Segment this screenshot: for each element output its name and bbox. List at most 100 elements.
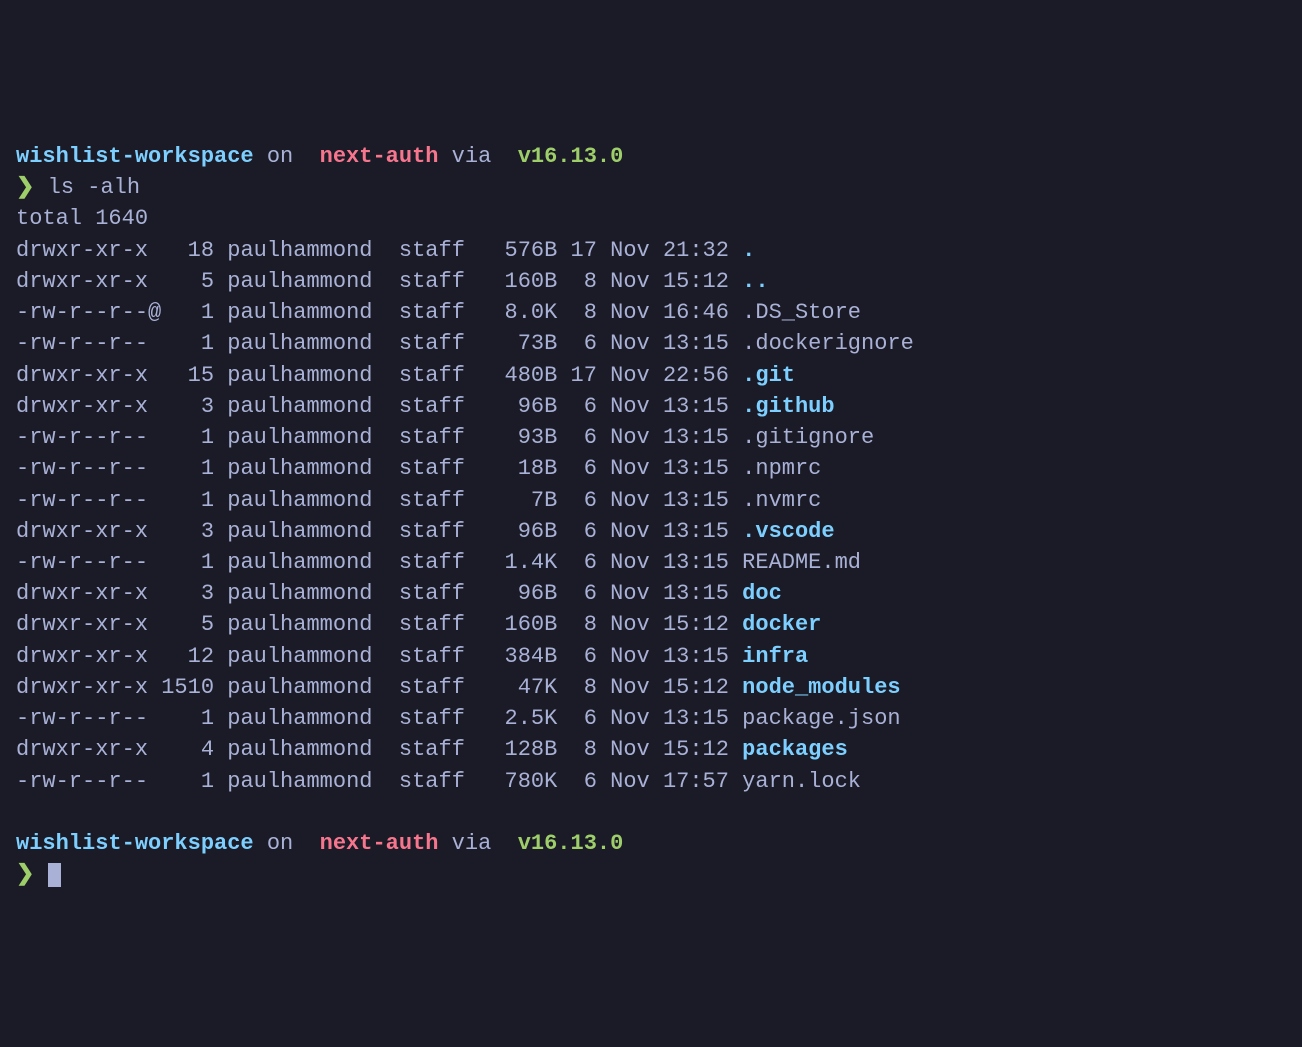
file-name: .gitignore	[742, 425, 874, 450]
file-size: 8.0K	[478, 300, 557, 325]
file-group: staff	[386, 425, 478, 450]
file-permissions: drwxr-xr-x	[16, 269, 161, 294]
file-owner: paulhammond	[214, 488, 386, 513]
file-links: 1	[161, 550, 214, 575]
prompt-char: ❯	[16, 175, 48, 200]
file-size: 128B	[478, 737, 557, 762]
file-group: staff	[386, 769, 478, 794]
ls-row: drwxr-xr-x 3 paulhammond staff 96B 6 Nov…	[16, 391, 1286, 422]
file-date: 6 Nov 13:15	[557, 706, 742, 731]
blank-line	[16, 797, 1286, 828]
file-name: .DS_Store	[742, 300, 861, 325]
ls-row: -rw-r--r-- 1 paulhammond staff 1.4K 6 No…	[16, 547, 1286, 578]
ls-row: drwxr-xr-x 4 paulhammond staff 128B 8 No…	[16, 734, 1286, 765]
file-date: 6 Nov 13:15	[557, 331, 742, 356]
file-name: .npmrc	[742, 456, 821, 481]
file-date: 8 Nov 15:12	[557, 612, 742, 637]
file-name: ..	[742, 269, 768, 294]
file-name: README.md	[742, 550, 861, 575]
ls-row: -rw-r--r-- 1 paulhammond staff 2.5K 6 No…	[16, 703, 1286, 734]
file-group: staff	[386, 706, 478, 731]
file-date: 6 Nov 17:57	[557, 769, 742, 794]
file-owner: paulhammond	[214, 737, 386, 762]
file-links: 1	[161, 456, 214, 481]
file-group: staff	[386, 456, 478, 481]
file-owner: paulhammond	[214, 644, 386, 669]
file-date: 8 Nov 16:46	[557, 300, 742, 325]
file-name: .github	[742, 394, 834, 419]
file-owner: paulhammond	[214, 300, 386, 325]
file-links: 3	[161, 581, 214, 606]
file-size: 73B	[478, 331, 557, 356]
file-permissions: -rw-r--r--	[16, 456, 161, 481]
file-date: 6 Nov 13:15	[557, 456, 742, 481]
file-size: 96B	[478, 519, 557, 544]
file-permissions: -rw-r--r--	[16, 550, 161, 575]
file-size: 576B	[478, 238, 557, 263]
file-links: 18	[161, 238, 214, 263]
file-date: 6 Nov 13:15	[557, 488, 742, 513]
file-name: package.json	[742, 706, 900, 731]
file-name: docker	[742, 612, 821, 637]
file-permissions: drwxr-xr-x	[16, 644, 161, 669]
file-links: 15	[161, 363, 214, 388]
git-branch-name: next-auth	[306, 831, 438, 856]
file-group: staff	[386, 363, 478, 388]
ls-row: -rw-r--r-- 1 paulhammond staff 7B 6 Nov …	[16, 485, 1286, 516]
file-date: 17 Nov 21:32	[557, 238, 742, 263]
file-permissions: drwxr-xr-x	[16, 394, 161, 419]
prompt-input-line[interactable]: ❯ ls -alh	[16, 172, 1286, 203]
file-owner: paulhammond	[214, 612, 386, 637]
file-owner: paulhammond	[214, 269, 386, 294]
via-text: via	[438, 144, 504, 169]
file-permissions: drwxr-xr-x	[16, 737, 161, 762]
file-group: staff	[386, 300, 478, 325]
file-links: 1	[161, 425, 214, 450]
file-group: staff	[386, 488, 478, 513]
cursor	[48, 863, 61, 887]
file-links: 3	[161, 394, 214, 419]
file-permissions: -rw-r--r--	[16, 769, 161, 794]
on-text: on	[254, 831, 307, 856]
workspace-name: wishlist-workspace	[16, 144, 254, 169]
file-group: staff	[386, 519, 478, 544]
file-owner: paulhammond	[214, 363, 386, 388]
file-owner: paulhammond	[214, 769, 386, 794]
file-owner: paulhammond	[214, 456, 386, 481]
ls-row: -rw-r--r-- 1 paulhammond staff 73B 6 Nov…	[16, 328, 1286, 359]
prompt-input-line[interactable]: ❯	[16, 859, 1286, 890]
prompt-context-line: wishlist-workspace on next-auth via v16.…	[16, 828, 1286, 859]
ls-row: drwxr-xr-x 15 paulhammond staff 480B 17 …	[16, 360, 1286, 391]
ls-total-line: total 1640	[16, 203, 1286, 234]
file-owner: paulhammond	[214, 581, 386, 606]
file-name: .vscode	[742, 519, 834, 544]
file-permissions: drwxr-xr-x	[16, 675, 161, 700]
workspace-name: wishlist-workspace	[16, 831, 254, 856]
file-owner: paulhammond	[214, 394, 386, 419]
file-links: 5	[161, 612, 214, 637]
ls-row: drwxr-xr-x 12 paulhammond staff 384B 6 N…	[16, 641, 1286, 672]
file-owner: paulhammond	[214, 519, 386, 544]
ls-row: drwxr-xr-x 5 paulhammond staff 160B 8 No…	[16, 609, 1286, 640]
prompt-char: ❯	[16, 862, 48, 887]
file-size: 780K	[478, 769, 557, 794]
file-group: staff	[386, 581, 478, 606]
ls-row: -rw-r--r-- 1 paulhammond staff 18B 6 Nov…	[16, 453, 1286, 484]
file-date: 6 Nov 13:15	[557, 581, 742, 606]
file-date: 17 Nov 22:56	[557, 363, 742, 388]
ls-row: drwxr-xr-x 5 paulhammond staff 160B 8 No…	[16, 266, 1286, 297]
node-version: v16.13.0	[505, 831, 624, 856]
file-name: .nvmrc	[742, 488, 821, 513]
file-group: staff	[386, 675, 478, 700]
ls-row: -rw-r--r--@ 1 paulhammond staff 8.0K 8 N…	[16, 297, 1286, 328]
file-permissions: -rw-r--r--	[16, 488, 161, 513]
file-size: 480B	[478, 363, 557, 388]
file-links: 1	[161, 488, 214, 513]
file-group: staff	[386, 331, 478, 356]
file-owner: paulhammond	[214, 706, 386, 731]
file-links: 3	[161, 519, 214, 544]
file-date: 6 Nov 13:15	[557, 425, 742, 450]
file-date: 8 Nov 15:12	[557, 269, 742, 294]
terminal-output[interactable]: wishlist-workspace on next-auth via v16.…	[16, 141, 1286, 891]
file-permissions: -rw-r--r--	[16, 706, 161, 731]
